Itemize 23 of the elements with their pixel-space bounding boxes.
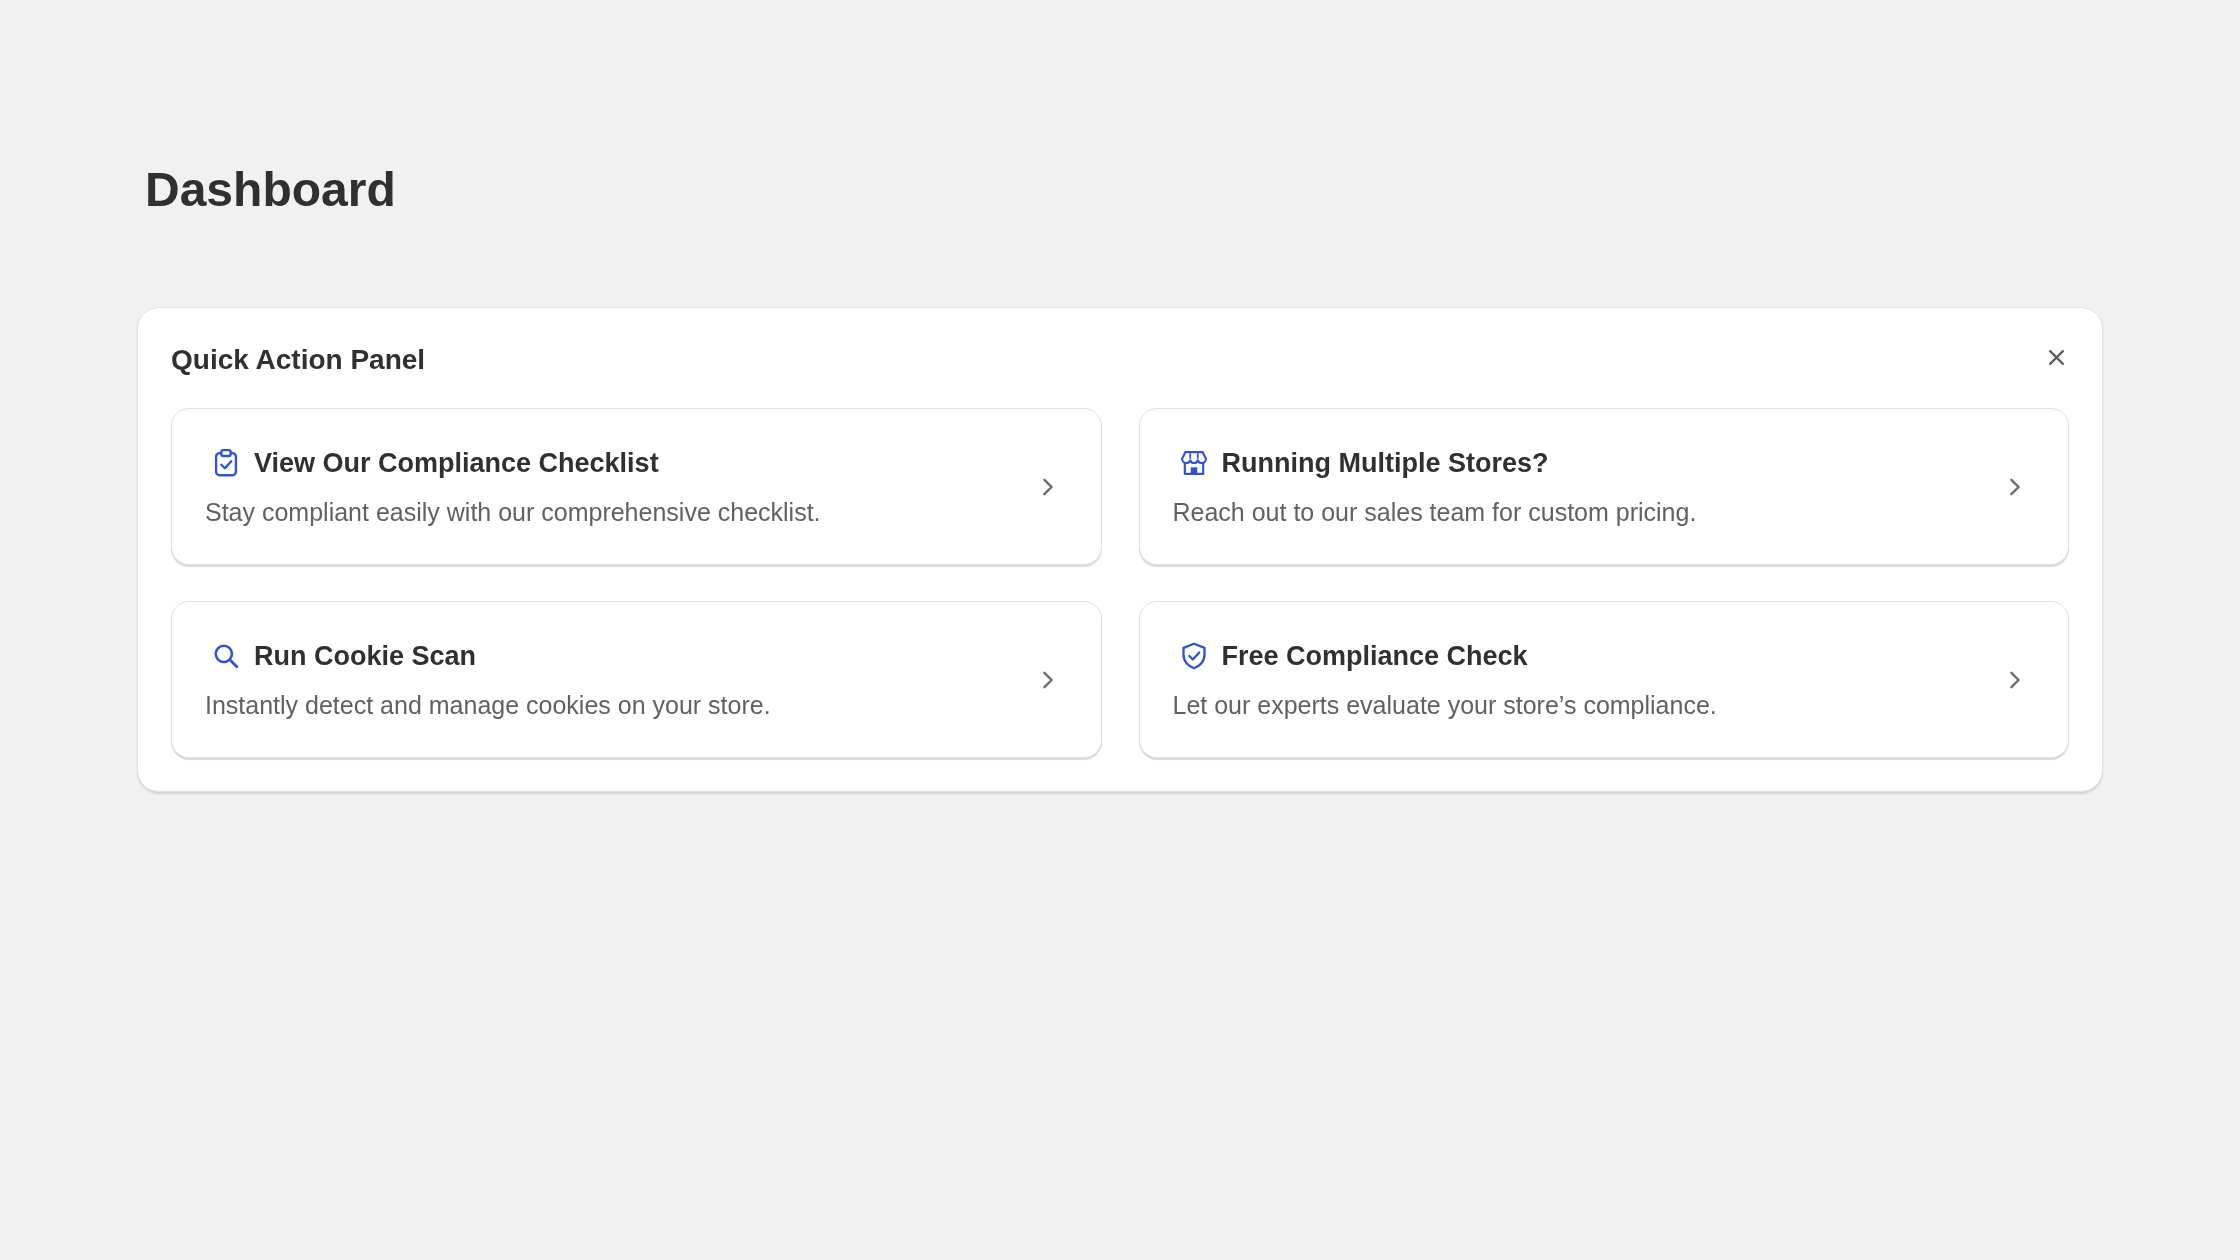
shield-check-icon — [1180, 641, 1207, 670]
action-title: View Our Compliance Checklist — [254, 446, 659, 480]
chevron-right-icon — [2009, 476, 2021, 497]
action-title: Run Cookie Scan — [254, 639, 477, 673]
action-card[interactable]: Run Cookie Scan Instantly detect and manage cookies on your store. — [171, 601, 1102, 758]
action-description: Reach out to our sales team for custom pricing. — [1172, 496, 1697, 528]
action-description: Stay compliant easily with our comprehensive checklist. — [205, 496, 821, 528]
panel-title: Quick Action Panel — [171, 343, 426, 377]
action-title: Running Multiple Stores? — [1221, 446, 1549, 480]
search-icon — [213, 641, 239, 670]
close-icon — [2048, 348, 2065, 366]
storefront-icon — [1180, 448, 1207, 477]
action-card[interactable]: Running Multiple Stores? Reach out to our sales team for custom pricing. — [1138, 408, 2069, 565]
chevron-right-icon — [2009, 669, 2021, 690]
action-card[interactable]: View Our Compliance Checklist Stay compliant easily with our comprehensive checklist. — [171, 408, 1102, 565]
page-title: Dashboard — [145, 162, 396, 218]
action-card[interactable]: Free Compliance Check Let our experts evaluate your store’s compliance. — [1138, 601, 2069, 758]
action-description: Instantly detect and manage cookies on your store. — [205, 689, 771, 721]
chevron-right-icon — [1041, 669, 1054, 690]
action-description: Let our experts evaluate your store’s compliance. — [1172, 689, 1717, 721]
clipboard-check-icon — [213, 448, 239, 477]
chevron-right-icon — [1041, 476, 1054, 497]
action-title: Free Compliance Check — [1221, 639, 1528, 673]
